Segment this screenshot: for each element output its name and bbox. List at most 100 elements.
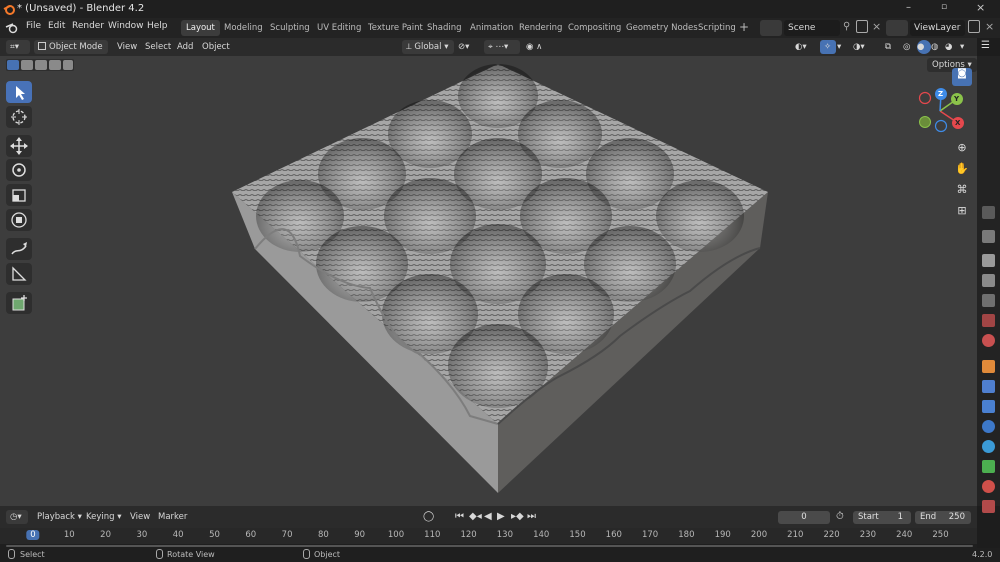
proportional-edit-icon[interactable]: ◉ ∧ [526,40,554,54]
pivot-point-icon[interactable]: ⊘▾ [458,40,478,54]
tool-properties-icon[interactable] [982,206,995,219]
constraints-properties-icon[interactable] [982,440,995,453]
delete-view-layer-icon[interactable]: × [985,20,994,33]
tab-modeling[interactable]: Modeling [219,20,268,36]
start-frame-field[interactable]: Start 1 [853,511,911,524]
scrollbar-thumb[interactable] [6,545,973,547]
object-mode-icon [38,42,46,50]
menu-help[interactable]: Help [147,21,168,31]
menu-view[interactable]: View [117,40,137,54]
menu-playback[interactable]: Playback ▾ [37,510,82,524]
current-frame-field[interactable]: 0 [778,511,830,524]
view-layer-field[interactable]: ViewLayer [910,20,965,36]
tab-layout[interactable]: Layout [181,20,220,36]
blender-logo-icon [3,5,15,15]
maximize-icon[interactable]: ▫ [941,2,947,12]
gizmo-dropdown-icon[interactable]: ▾ [837,40,847,54]
play-icon[interactable]: ▶ [497,510,505,524]
physics-properties-icon[interactable] [982,420,995,433]
minimize-icon[interactable]: – [906,2,911,13]
menu-keying[interactable]: Keying ▾ [86,510,122,524]
modifier-properties-icon[interactable] [982,380,995,393]
tab-rendering[interactable]: Rendering [514,20,567,36]
jump-keyframe-back-icon[interactable]: ◆◂ [469,510,482,524]
ruler-tick-label: 200 [750,530,768,540]
data-properties-icon[interactable] [982,460,995,473]
scene-name-field[interactable]: Scene [784,20,840,36]
menu-add[interactable]: Add [177,40,193,54]
ruler-tick-label: 110 [424,530,441,540]
menu-render[interactable]: Render [72,21,104,31]
end-frame-field[interactable]: End 250 [915,511,971,524]
tab-uv-editing[interactable]: UV Editing [312,20,366,36]
status-bar: Select Rotate View Object 4.2.0 [0,548,1000,562]
transform-orientation-dropdown[interactable]: ⟂ Global ▾ [402,40,454,54]
timeline-ruler[interactable]: 0 10 20 30 40 50 60 70 80 90 100 110 120 130 140 150 160… [0,528,977,544]
editor-type-icon[interactable]: ⌗▾ [6,40,30,54]
jump-keyframe-forward-icon[interactable]: ▸◆ [511,510,524,524]
tab-animation[interactable]: Animation [465,20,518,36]
timeline-editor-type-icon[interactable]: ◷▾ [6,510,28,524]
wrench-tool-icon[interactable] [982,230,995,243]
record-icon[interactable]: ◯ [423,510,434,524]
status-select: Select [20,550,45,559]
jump-end-icon[interactable]: ⏭ [527,510,536,524]
scene-browse-icon[interactable] [760,20,782,36]
viewport-header: ⌗▾ Object Mode ▾ View Select Add Object … [0,38,977,66]
pin-icon[interactable]: ⚲ [843,21,850,32]
tab-geometry-nodes[interactable]: Geometry Nodes [621,20,703,36]
xray-icon[interactable]: ⧉ [885,40,899,54]
menu-edit[interactable]: Edit [48,21,65,31]
output-properties-icon[interactable] [982,274,995,287]
particles-properties-icon[interactable] [982,400,995,413]
tab-compositing[interactable]: Compositing [563,20,626,36]
tab-texture-paint[interactable]: Texture Paint [363,20,428,36]
ruler-tick-label: 220 [823,530,840,540]
add-workspace-icon[interactable]: + [739,20,749,34]
new-view-layer-icon[interactable] [968,20,980,33]
terrain-mesh [232,64,768,493]
jump-start-icon[interactable]: ⏮ [455,510,464,524]
play-reverse-icon[interactable]: ◀ [484,510,492,524]
status-object: Object [314,550,341,559]
rendered-shading-icon[interactable]: ◕ [945,40,959,54]
gizmo-toggle-icon[interactable]: ✧ [820,40,836,54]
snap-icon[interactable]: ⌖ ⋯▾ [484,40,520,54]
object-properties-icon[interactable] [982,360,995,373]
material-properties-icon[interactable] [982,480,995,493]
overlay-icon[interactable]: ◑▾ [853,40,875,54]
delete-scene-icon[interactable]: × [872,20,881,33]
menu-window[interactable]: Window [108,21,144,31]
close-icon[interactable]: × [976,1,985,14]
ruler-tick-label: 230 [859,530,877,540]
outliner-icon[interactable]: ☰ [981,40,996,54]
menu-marker[interactable]: Marker [158,510,187,524]
material-shading-icon[interactable]: ◍ [931,40,945,54]
world-properties-icon[interactable] [982,334,995,347]
render-properties-icon[interactable] [982,254,995,267]
tab-scripting[interactable]: Scripting [693,20,741,36]
ruler-tick-label: 40 [172,530,184,540]
menu-file[interactable]: File [26,21,41,31]
mode-dropdown[interactable]: Object Mode ▾ [34,40,108,66]
mouse-right-icon [303,549,310,559]
blender-menu-icon[interactable] [5,22,18,34]
texture-properties-icon[interactable] [982,500,995,513]
new-scene-icon[interactable] [856,20,868,33]
menu-timeline-view[interactable]: View [130,510,150,524]
mode-label: Object Mode [49,42,103,52]
view-layer-browse-icon[interactable] [886,20,908,36]
shading-dropdown-icon[interactable]: ▾ [960,40,970,54]
wireframe-shading-icon[interactable]: ◎ [903,40,917,54]
visibility-icon[interactable]: ◐▾ [795,40,817,54]
view-layer-properties-icon[interactable] [982,294,995,307]
tab-sculpting[interactable]: Sculpting [265,20,315,36]
menu-object[interactable]: Object [202,40,230,54]
timer-icon[interactable]: ⏱ [836,510,844,524]
scene-properties-icon[interactable] [982,314,995,327]
tab-shading[interactable]: Shading [422,20,467,36]
menu-select[interactable]: Select [145,40,171,54]
ruler-tick-label: 70 [281,530,293,540]
3d-viewport[interactable]: Options ▾ X Y Z ⊕ ✋ ⌘ ⊞ ◙ [0,56,977,506]
solid-shading-icon[interactable]: ● [917,40,931,54]
